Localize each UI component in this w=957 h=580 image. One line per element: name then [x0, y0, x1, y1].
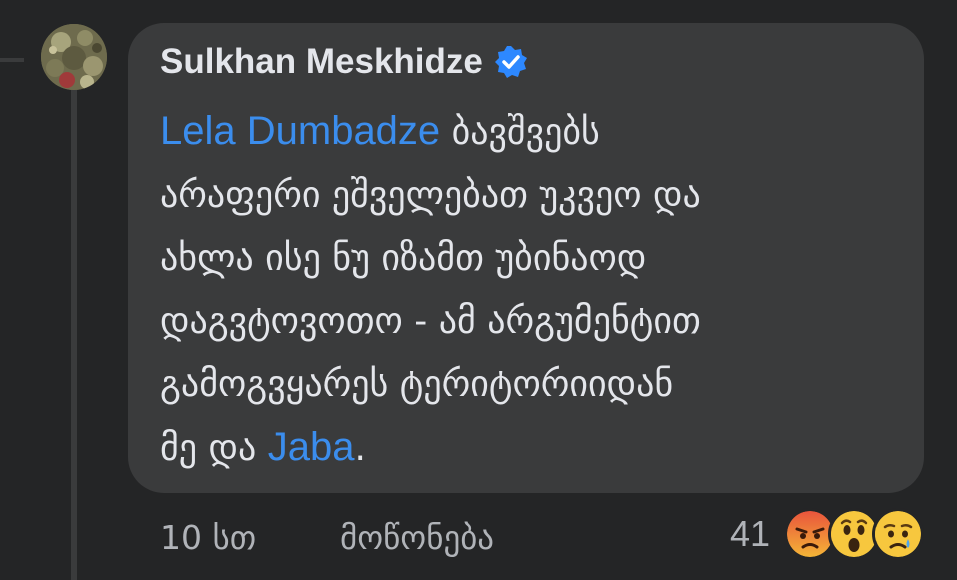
- verified-badge-icon: [494, 46, 527, 78]
- thread-line: [71, 90, 77, 580]
- comment-line: ახლა ისე ნუ იზამთ უბინაოდ: [160, 238, 647, 279]
- thread-connector: [0, 58, 24, 62]
- comment-line-text: ბავშვებს: [440, 112, 600, 153]
- reaction-count[interactable]: 41: [730, 513, 770, 555]
- mention-link[interactable]: Lela Dumbadze: [160, 109, 440, 153]
- sad-icon: [872, 508, 925, 560]
- author-name[interactable]: Sulkhan Meskhidze: [160, 42, 483, 82]
- comment-timestamp[interactable]: 10 სთ: [160, 518, 256, 557]
- comment-line: გამოგვყარეს ტერიტორიიდან: [160, 364, 674, 405]
- avatar[interactable]: [41, 24, 107, 90]
- comment-line: არაფერი ეშველებათ უკვეო და: [160, 175, 701, 216]
- comment-text: Lela Dumbadze ბავშვებს არაფერი ეშველებათ…: [160, 100, 900, 480]
- comment-line: Lela Dumbadze ბავშვებს: [160, 100, 900, 164]
- comment-author[interactable]: Sulkhan Meskhidze: [160, 42, 529, 82]
- like-button[interactable]: მოწონება: [340, 518, 494, 557]
- mention-link[interactable]: Jaba: [268, 425, 355, 469]
- reaction-summary[interactable]: 41: [730, 506, 925, 562]
- avatar-image: [41, 24, 107, 90]
- comment-stage: Sulkhan Meskhidze Lela Dumbadze ბავშვებს…: [0, 0, 957, 580]
- comment-line: მე და Jaba.: [160, 416, 900, 480]
- comment-line-suffix: .: [354, 428, 366, 469]
- comment-line: დაგვტოვოთო - ამ არგუმენტით: [160, 301, 701, 342]
- comment-line-prefix: მე და: [160, 428, 268, 469]
